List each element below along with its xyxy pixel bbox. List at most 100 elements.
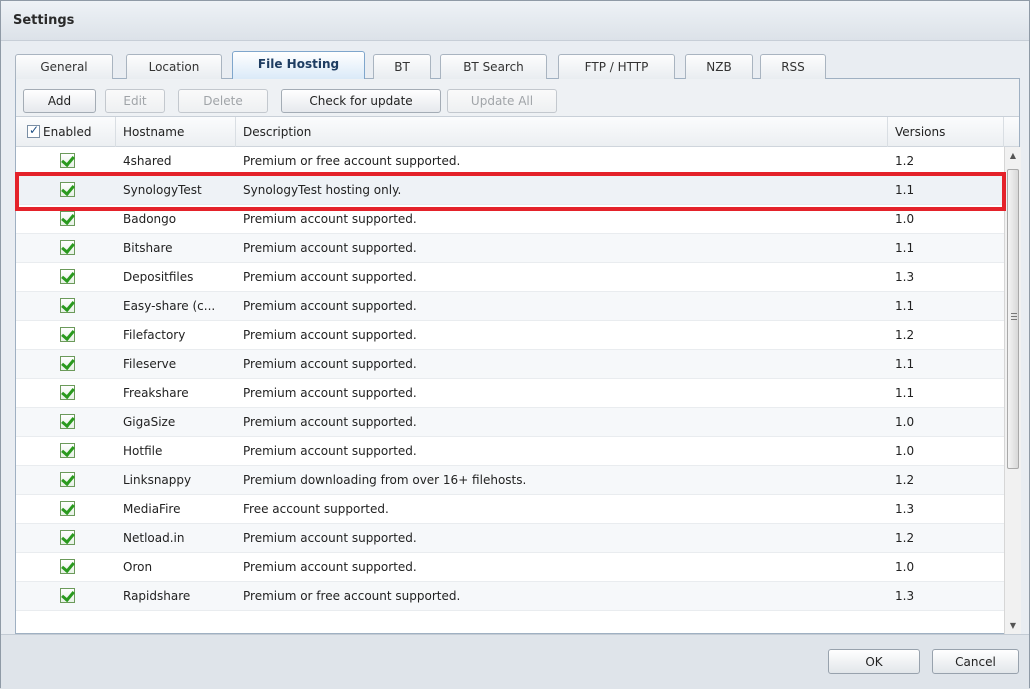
table-row[interactable]: Rapidshare Premium or free account suppor… [16,582,1004,611]
version-cell: 1.1 [895,386,915,400]
hostname-cell: Freakshare [123,386,189,400]
hostname-cell: Netload.in [123,531,185,545]
select-all-checkbox[interactable] [27,123,40,138]
table-row[interactable]: 4shared Premium or free account supported… [16,147,1004,176]
delete-button[interactable]: Delete [178,89,268,113]
enabled-checkbox-icon[interactable] [60,240,75,255]
description-cell: Premium downloading from over 16+ fileho… [243,473,527,487]
enabled-checkbox-icon[interactable] [60,530,75,545]
description-cell: Premium account supported. [243,328,417,342]
table-row[interactable]: Easy-share (c... Premium account supporte… [16,292,1004,321]
tab-file-hosting[interactable]: File Hosting [232,51,365,80]
scroll-down-arrow-icon[interactable]: ▼ [1005,617,1021,634]
table-row[interactable]: Oron Premium account supported. 1.0 [16,553,1004,582]
enabled-checkbox-icon[interactable] [60,327,75,342]
table-row[interactable]: Linksnappy Premium downloading from over … [16,466,1004,495]
enabled-cell [16,321,116,349]
table-row[interactable]: GigaSize Premium account supported. 1.0 [16,408,1004,437]
description-cell: Free account supported. [243,502,389,516]
tab-nzb[interactable]: NZB [685,54,753,80]
enabled-checkbox-icon[interactable] [60,356,75,371]
enabled-checkbox-icon[interactable] [60,588,75,603]
table-row[interactable]: Fileserve Premium account supported. 1.1 [16,350,1004,379]
table-row[interactable]: Hotfile Premium account supported. 1.0 [16,437,1004,466]
vertical-scrollbar[interactable]: ▲ ▼ [1004,147,1021,634]
enabled-checkbox-icon[interactable] [60,472,75,487]
table-row[interactable]: Filefactory Premium account supported. 1.2 [16,321,1004,350]
version-cell: 1.0 [895,415,915,429]
header-enabled[interactable]: Enabled [16,117,116,147]
enabled-checkbox-icon[interactable] [60,443,75,458]
version-cell: 1.1 [895,299,915,313]
hostname-cell: GigaSize [123,415,176,429]
cancel-button[interactable]: Cancel [932,649,1019,674]
enabled-cell [16,205,116,233]
enabled-checkbox-icon[interactable] [60,559,75,574]
tab-strip: General Location File Hosting BT BT Sear… [15,51,1020,80]
grip-icon [1011,313,1017,320]
enabled-checkbox-icon[interactable] [60,153,75,168]
tab-bt-search[interactable]: BT Search [440,54,547,80]
hostname-cell: Linksnappy [123,473,192,487]
enabled-cell [16,524,116,552]
enabled-checkbox-icon[interactable] [60,298,75,313]
description-cell: Premium account supported. [243,444,417,458]
enabled-cell [16,147,116,175]
table-row[interactable]: Bitshare Premium account supported. 1.1 [16,234,1004,263]
grid-header: Enabled Hostname Description Versions [16,117,1019,147]
update-all-button[interactable]: Update All [447,89,557,113]
header-versions[interactable]: Versions [888,117,1004,147]
hostname-cell: Easy-share (c... [123,299,216,313]
tab-general[interactable]: General [15,54,113,80]
scroll-up-arrow-icon[interactable]: ▲ [1005,147,1021,164]
enabled-checkbox-icon[interactable] [60,385,75,400]
dialog-footer: OK Cancel [1,634,1029,689]
version-cell: 1.2 [895,531,915,545]
hostname-cell: Depositfiles [123,270,194,284]
enabled-checkbox-icon[interactable] [60,182,75,197]
description-cell: SynologyTest hosting only. [243,183,402,197]
enabled-checkbox-icon[interactable] [60,414,75,429]
window-title: Settings [1,1,1029,41]
enabled-cell [16,437,116,465]
enabled-cell [16,495,116,523]
version-cell: 1.2 [895,154,915,168]
enabled-cell [16,408,116,436]
toolbar: Add Edit Delete Check for update Update … [16,79,1019,117]
description-cell: Premium or free account supported. [243,589,461,603]
tab-location[interactable]: Location [126,54,222,80]
edit-button[interactable]: Edit [105,89,165,113]
version-cell: 1.0 [895,444,915,458]
tab-ftp-http[interactable]: FTP / HTTP [558,54,675,80]
header-hostname[interactable]: Hostname [116,117,236,147]
description-cell: Premium account supported. [243,386,417,400]
description-cell: Premium account supported. [243,299,417,313]
table-row[interactable]: Netload.in Premium account supported. 1.2 [16,524,1004,553]
hostname-cell: Oron [123,560,153,574]
table-row[interactable]: Freakshare Premium account supported. 1.1 [16,379,1004,408]
hostname-cell: Rapidshare [123,589,191,603]
enabled-checkbox-icon[interactable] [60,501,75,516]
ok-button[interactable]: OK [828,649,920,674]
scroll-thumb[interactable] [1007,169,1019,469]
tab-bt[interactable]: BT [373,54,431,80]
version-cell: 1.0 [895,560,915,574]
tab-rss[interactable]: RSS [760,54,826,80]
enabled-checkbox-icon[interactable] [60,269,75,284]
description-cell: Premium account supported. [243,212,417,226]
table-row[interactable]: Badongo Premium account supported. 1.0 [16,205,1004,234]
enabled-checkbox-icon[interactable] [60,211,75,226]
table-row[interactable]: SynologyTest SynologyTest hosting only. 1.… [16,176,1004,205]
header-description[interactable]: Description [236,117,888,147]
version-cell: 1.3 [895,270,915,284]
hostname-cell: 4shared [123,154,172,168]
check-for-update-button[interactable]: Check for update [281,89,441,113]
description-cell: Premium account supported. [243,415,417,429]
add-button[interactable]: Add [23,89,96,113]
enabled-cell [16,553,116,581]
enabled-cell [16,263,116,291]
enabled-cell [16,350,116,378]
table-row[interactable]: Depositfiles Premium account supported. 1.… [16,263,1004,292]
hostname-cell: SynologyTest [123,183,202,197]
table-row[interactable]: MediaFire Free account supported. 1.3 [16,495,1004,524]
